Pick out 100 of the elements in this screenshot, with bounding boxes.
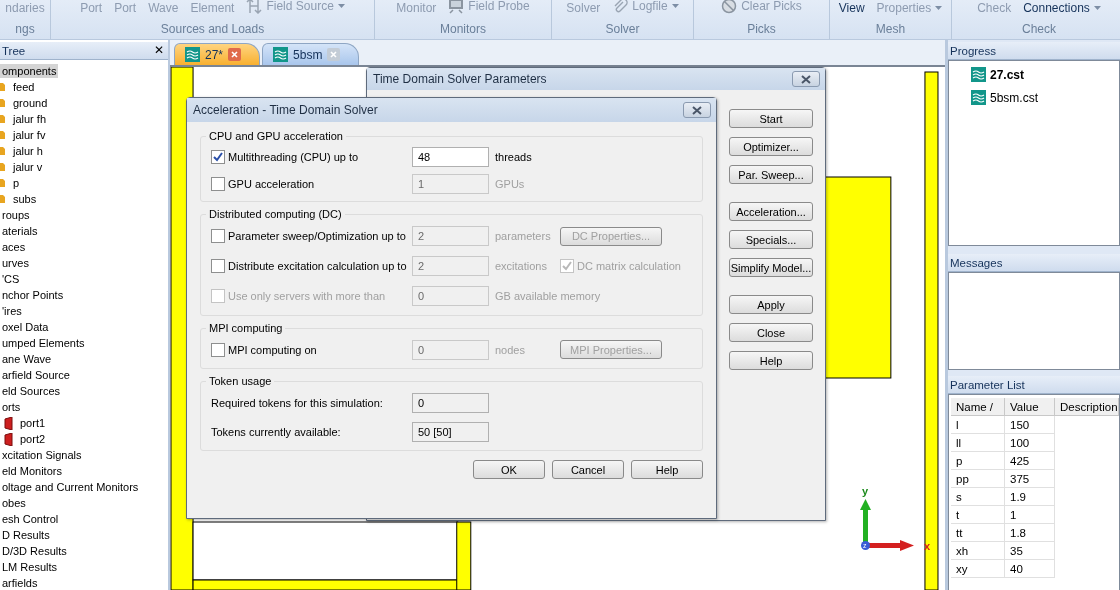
tree-item[interactable]: p [11,176,22,190]
group-title: CPU and GPU acceleration [208,130,344,142]
port-icon [4,432,14,446]
readout-field[interactable]: 50 [50] [412,421,489,442]
dialog-button[interactable]: Specials... [729,230,813,249]
table-cell: 40 [1005,560,1055,578]
tree-item[interactable]: arfields [0,576,40,590]
document-tab[interactable]: 27* [174,43,261,65]
group-title: Distributed computing (DC) [208,208,343,220]
dialog-button[interactable]: Simplify Model... [729,258,813,277]
project-item[interactable]: 27.cst [990,67,1025,82]
tree-item[interactable]: aces [0,240,28,254]
dialog-button[interactable]: Start [729,109,813,128]
tree-item[interactable]: ane Wave [0,352,54,366]
dialog-button[interactable]: Acceleration... [729,202,813,221]
close-button[interactable] [792,71,820,87]
tree-item[interactable]: omponents [0,64,59,78]
number-field[interactable]: 48 [412,146,489,167]
tree-item[interactable]: esh Control [0,512,61,526]
tree-item[interactable]: roups [0,208,32,222]
close-button[interactable] [683,102,711,118]
checkbox-label: Distribute excitation calculation up to [228,260,407,272]
close-icon[interactable] [228,48,242,61]
table-cell: tt [951,524,1005,542]
tree-item[interactable]: D/3D Results [0,544,69,558]
checkbox-label: DC matrix calculation [577,260,681,272]
checkbox-label: GPU acceleration [228,177,315,190]
column-header[interactable]: Value [1005,398,1055,416]
tree-item[interactable]: LM Results [0,560,60,574]
tree-item[interactable]: eld Sources [0,384,63,398]
tree-item[interactable]: port2 [18,432,48,446]
table-cell: xh [951,542,1005,560]
readout-field[interactable]: 0 [412,392,489,413]
table-cell: t [951,506,1005,524]
window-title: Acceleration - Time Domain Solver [193,103,378,117]
tree-item[interactable]: arfield Source [0,368,72,382]
panel-title: Progress [950,44,997,57]
group-title: MPI computing [208,322,284,334]
tree-item[interactable]: jalur fv [11,128,48,142]
project-item[interactable]: 5bsm.cst [990,90,1038,105]
tree-item[interactable]: xcitation Signals [0,448,84,462]
tree-item[interactable]: obes [0,496,28,510]
tree-item[interactable]: umped Elements [0,336,87,350]
checkbox[interactable] [211,229,225,243]
tree-item[interactable]: urves [0,256,31,270]
group-label: Check [1022,22,1056,36]
close-icon [800,74,812,84]
table-cell: l [951,416,1005,434]
tree-item[interactable]: aterials [0,224,40,238]
checkbox-label: Parameter sweep/Optimization up to [228,230,406,242]
tree-item[interactable]: feed [11,80,37,94]
checkbox[interactable] [211,342,225,357]
tree-item[interactable]: orts [0,400,23,414]
checkbox-label: MPI computing on [228,343,317,356]
checkbox-label: Multithreading (CPU) up to [228,150,359,163]
ribbon-button[interactable]: View [838,0,865,16]
table-cell: pp [951,470,1005,488]
checkbox[interactable] [211,259,225,273]
tree-item[interactable]: jalur v [11,160,45,174]
project-icon [971,67,986,82]
column-header[interactable]: Name / [951,398,1005,416]
checkbox[interactable] [211,149,225,164]
ribbon-button[interactable]: Connections [1023,0,1101,16]
column-header[interactable]: Description [1055,398,1119,416]
tree-item[interactable]: ground [11,96,50,110]
tree-item[interactable]: jalur fh [11,112,49,126]
tree-item[interactable]: 'ires [0,304,24,318]
tree-item[interactable]: D Results [0,528,52,542]
dialog-button[interactable]: Close [729,323,813,342]
tree-item[interactable]: subs [11,192,39,206]
dialog-button[interactable]: OK [473,460,545,479]
tree-item[interactable]: port1 [18,416,48,430]
field-label: Tokens currently available: [211,425,342,438]
close-icon [691,105,703,115]
dialog-button[interactable]: Cancel [552,460,624,479]
dialog-button[interactable]: Help [631,460,703,479]
tree-item[interactable]: oxel Data [0,320,51,334]
checkbox-label: Use only servers with more than [228,290,386,302]
table-cell: xy [951,560,1005,578]
dialog-button[interactable]: Apply [729,295,813,314]
dialog-button[interactable]: Par. Sweep... [729,165,813,184]
tree-item[interactable]: eld Monitors [0,464,64,478]
port-icon [4,416,14,430]
field-label: Required tokens for this simulation: [211,396,384,409]
tree-item[interactable]: oltage and Current Monitors [0,480,141,494]
dialog-button[interactable]: Optimizer... [729,137,813,156]
tree-item[interactable]: jalur h [11,144,45,158]
tree-item[interactable]: nchor Points [0,288,66,302]
table-cell: 375 [1005,470,1055,488]
unit-label: nodes [494,343,526,356]
table-cell: 35 [1005,542,1055,560]
dialog-button[interactable]: Help [729,351,813,370]
panel-title: Parameter List [950,378,1025,391]
close-button[interactable]: ✕ [154,44,164,57]
table-cell: s [951,488,1005,506]
close-icon[interactable] [327,48,341,61]
document-tab[interactable]: 5bsm [262,43,360,65]
table-cell: 1 [1005,506,1055,524]
checkbox[interactable] [211,176,225,191]
tree-item[interactable]: 'CS [0,272,22,286]
